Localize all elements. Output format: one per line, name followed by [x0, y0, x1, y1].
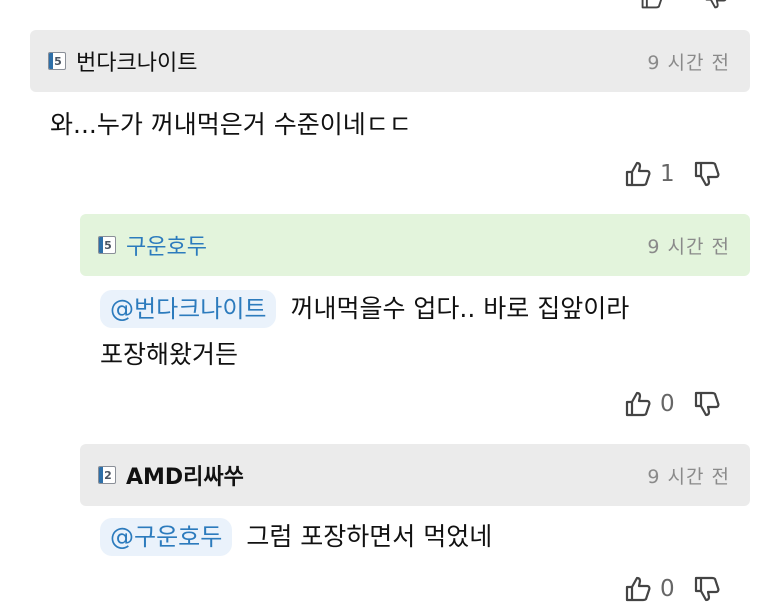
like-count: 1 — [660, 161, 675, 187]
thumbs-up-icon[interactable] — [638, 0, 666, 10]
level-badge-icon: 5 — [48, 52, 66, 70]
thumbs-down-icon[interactable] — [693, 575, 721, 603]
reply-author[interactable]: AMD리싸쑤 — [126, 459, 244, 491]
thumbs-up-icon[interactable] — [624, 390, 652, 418]
thumbs-up-icon[interactable] — [624, 160, 652, 188]
comment-text: 와...누가 꺼내먹은거 수준이네ㄷㄷ — [50, 110, 412, 139]
level-badge-icon: 5 — [98, 236, 116, 254]
reply-text-line2: 포장해왔거든 — [100, 340, 239, 369]
reply-time: 9 시간 전 — [647, 235, 730, 258]
thumbs-down-icon[interactable] — [702, 0, 730, 10]
like-count: 0 — [660, 576, 675, 602]
comment-time: 9 시간 전 — [647, 51, 730, 74]
vote-controls: 0 — [624, 575, 721, 603]
reply-header: 5 구운호두 9 시간 전 — [80, 214, 750, 276]
comment-author[interactable]: 번다크나이트 — [76, 45, 197, 77]
previous-vote-row — [638, 0, 730, 10]
reply-text: @번다크나이트 꺼내먹을수 업다.. 바로 집앞이라 포장해왔거든 — [100, 286, 750, 378]
thumbs-down-icon[interactable] — [693, 390, 721, 418]
reply-text-body: 그럼 포장하면서 먹었네 — [246, 522, 493, 551]
reply-text: @구운호두 그럼 포장하면서 먹었네 — [100, 514, 492, 560]
reply-header: 2 AMD리싸쑤 9 시간 전 — [80, 444, 750, 506]
mention-tag[interactable]: @구운호두 — [100, 518, 233, 556]
reply-time: 9 시간 전 — [647, 465, 730, 488]
like-count: 0 — [660, 391, 675, 417]
reply-author[interactable]: 구운호두 — [126, 229, 207, 261]
thumbs-down-icon[interactable] — [693, 160, 721, 188]
vote-controls: 1 — [624, 160, 721, 188]
thumbs-up-icon[interactable] — [624, 575, 652, 603]
mention-tag[interactable]: @번다크나이트 — [100, 290, 277, 328]
level-badge-icon: 2 — [98, 466, 116, 484]
comment-header: 5 번다크나이트 9 시간 전 — [30, 30, 750, 92]
reply-text-line1: 꺼내먹을수 업다.. 바로 집앞이라 — [290, 294, 630, 323]
vote-controls: 0 — [624, 390, 721, 418]
